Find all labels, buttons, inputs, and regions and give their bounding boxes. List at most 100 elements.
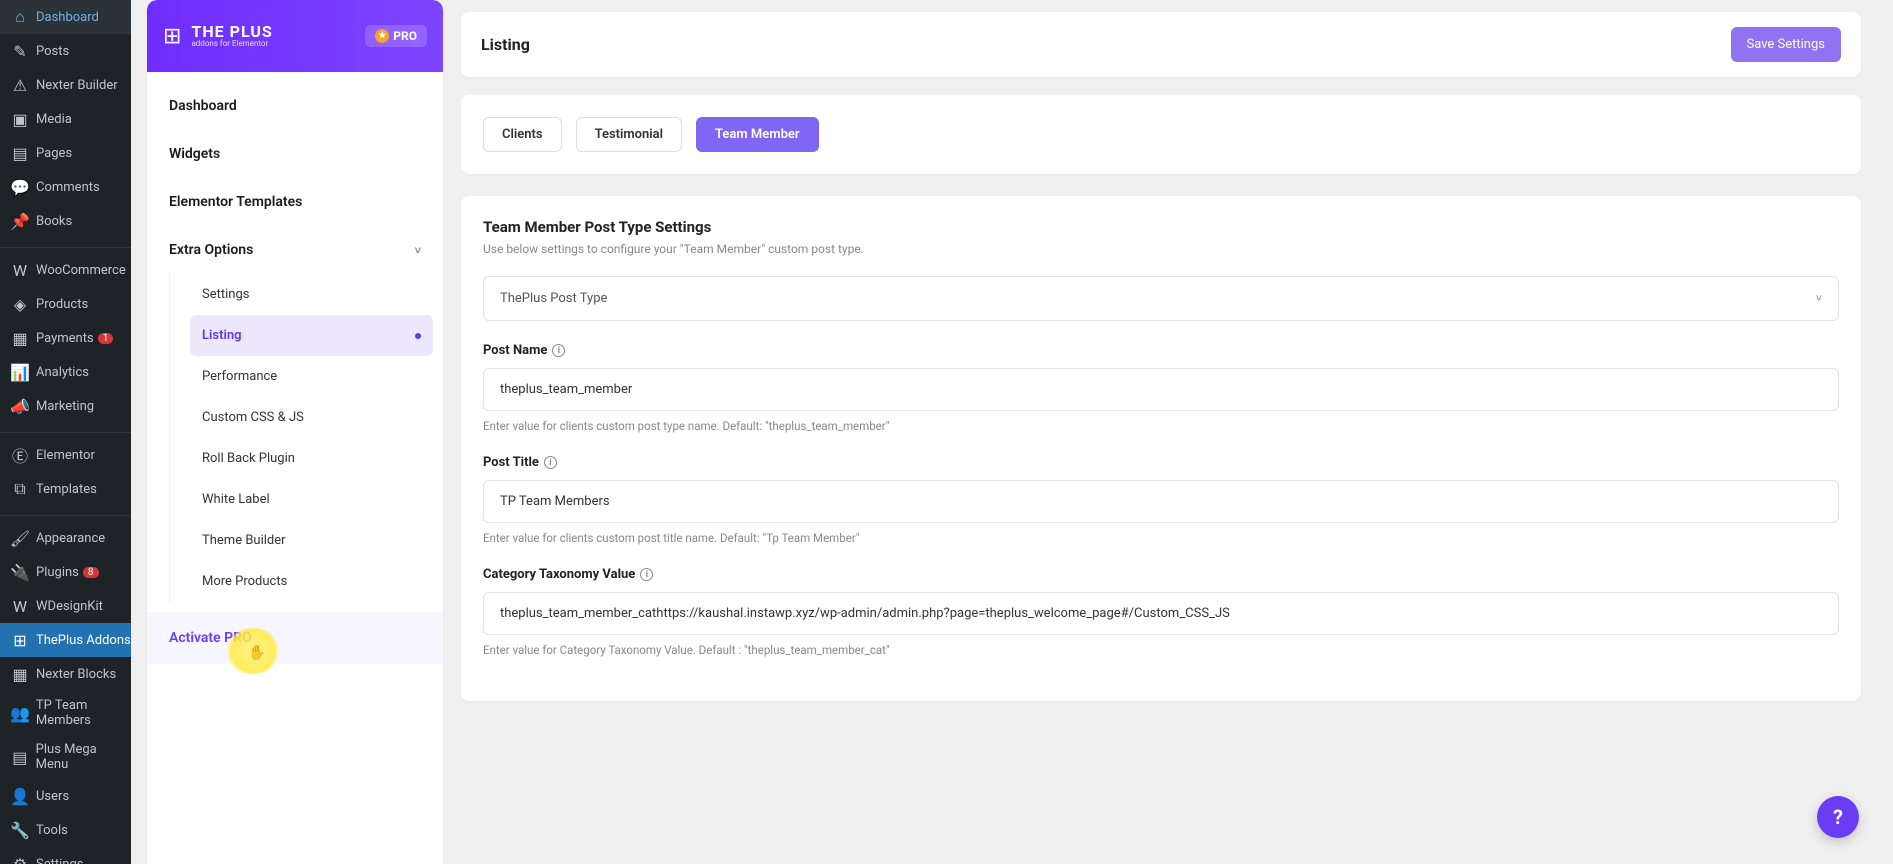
wp-menu-label: Analytics	[36, 365, 89, 380]
wp-menu-label: Templates	[36, 482, 97, 497]
activate-pro-button[interactable]: Activate PRO	[147, 612, 443, 664]
wp-menu-payments[interactable]: ▦Payments1	[0, 321, 131, 355]
plugin-sub-settings[interactable]: Settings	[190, 274, 433, 315]
plugin-sub-roll-back-plugin[interactable]: Roll Back Plugin	[190, 438, 433, 479]
wp-menu-marketing[interactable]: 📣Marketing	[0, 389, 131, 423]
info-icon[interactable]: i	[544, 456, 557, 469]
main-content: Listing Save Settings Clients Testimonia…	[443, 0, 1893, 864]
tp-team-members-icon: 👥	[10, 703, 30, 723]
pages-icon: ▤	[10, 143, 30, 163]
pro-crown-icon: ★	[375, 29, 389, 43]
wp-menu-label: Tools	[36, 823, 68, 838]
products-icon: ◈	[10, 294, 30, 314]
plugins-icon: 🔌	[10, 562, 30, 582]
wp-menu-books[interactable]: 📌Books	[0, 204, 131, 238]
pro-badge[interactable]: ★ PRO	[365, 25, 427, 47]
post-title-hint: Enter value for clients custom post titl…	[483, 531, 1839, 545]
wp-menu-label: Pages	[36, 146, 72, 161]
wp-menu-templates[interactable]: ⧉ Templates	[0, 472, 131, 506]
appearance-icon: 🖌	[10, 528, 30, 548]
chevron-down-icon: ˅	[415, 244, 421, 257]
wp-menu-label: Payments	[36, 331, 94, 346]
wp-menu-label: Dashboard	[36, 10, 99, 25]
wp-menu-dashboard[interactable]: ⌂ Dashboard	[0, 0, 131, 34]
wp-menu-posts[interactable]: ✎Posts	[0, 34, 131, 68]
wp-menu-analytics[interactable]: 📊Analytics	[0, 355, 131, 389]
plugin-menu-templates[interactable]: Elementor Templates	[147, 178, 443, 226]
post-type-select[interactable]: ThePlus Post Type ˅	[483, 276, 1839, 321]
wp-menu-settings[interactable]: ⚙ Settings	[0, 847, 131, 864]
plugin-menu-widgets[interactable]: Widgets	[147, 130, 443, 178]
badge: 1	[98, 333, 114, 344]
wp-menu-nexter-builder[interactable]: ⚠Nexter Builder	[0, 68, 131, 102]
post-title-input[interactable]	[483, 480, 1839, 523]
save-settings-button[interactable]: Save Settings	[1731, 27, 1842, 62]
plugin-sub-performance[interactable]: Performance	[190, 356, 433, 397]
settings-icon: ⚙	[10, 854, 30, 864]
badge: 8	[83, 567, 99, 578]
wp-menu-plugins[interactable]: 🔌Plugins8	[0, 555, 131, 589]
topbar: Listing Save Settings	[461, 12, 1861, 77]
settings-desc: Use below settings to configure your "Te…	[483, 242, 1839, 256]
wp-menu-elementor[interactable]: ⒺElementor	[0, 438, 131, 472]
settings-card: Team Member Post Type Settings Use below…	[461, 196, 1861, 701]
plugin-sidebar: ⊞ THE PLUS addons for Elementor ★ PRO Da…	[147, 0, 443, 864]
settings-heading: Team Member Post Type Settings	[483, 218, 1839, 236]
dashboard-icon: ⌂	[10, 7, 30, 27]
tab-testimonial[interactable]: Testimonial	[576, 117, 682, 152]
wp-menu-label: Users	[36, 789, 69, 804]
plugin-sub-theme-builder[interactable]: Theme Builder	[190, 520, 433, 561]
wp-menu-label: WooCommerce	[36, 263, 126, 278]
wp-menu-label: Appearance	[36, 531, 105, 546]
plugin-tagline: addons for Elementor	[191, 40, 272, 48]
post-name-hint: Enter value for clients custom post type…	[483, 419, 1839, 433]
page-title: Listing	[481, 35, 530, 54]
wp-menu-label: Products	[36, 297, 88, 312]
cat-taxonomy-input[interactable]	[483, 592, 1839, 635]
plugin-menu-dashboard[interactable]: Dashboard	[147, 82, 443, 130]
info-icon[interactable]: i	[552, 344, 565, 357]
wp-admin-sidebar: ⌂ Dashboard ✎Posts⚠Nexter Builder▣Media ▤ Pa…	[0, 0, 131, 864]
plugin-sub-more-products[interactable]: More Products	[190, 561, 433, 602]
marketing-icon: 📣	[10, 396, 30, 416]
wp-menu-media[interactable]: ▣Media	[0, 102, 131, 136]
post-name-input[interactable]	[483, 368, 1839, 411]
wp-menu-plus-mega-menu[interactable]: ▤Plus Mega Menu	[0, 735, 131, 779]
wp-menu-wdesignkit[interactable]: WWDesignKit	[0, 589, 131, 623]
cat-taxonomy-hint: Enter value for Category Taxonomy Value.…	[483, 643, 1839, 657]
tab-team-member[interactable]: Team Member	[696, 117, 819, 152]
cat-taxonomy-label: Category Taxonomy Value i	[483, 567, 1839, 582]
wp-menu-nexter-blocks[interactable]: ▦Nexter Blocks	[0, 657, 131, 691]
woocommerce-icon: W	[10, 260, 30, 280]
media-icon: ▣	[10, 109, 30, 129]
info-icon[interactable]: i	[640, 568, 653, 581]
plugin-logo-icon: ⊞	[163, 24, 181, 49]
templates-icon: ⧉	[10, 479, 30, 499]
wp-menu-label: Nexter Blocks	[36, 667, 116, 682]
plugin-submenu: SettingsListingPerformanceCustom CSS & J…	[169, 274, 443, 602]
wp-menu-label: Plus Mega Menu	[36, 742, 131, 772]
plugin-sub-custom-css-&-js[interactable]: Custom CSS & JS	[190, 397, 433, 438]
wdesignkit-icon: W	[10, 596, 30, 616]
wp-menu-comments[interactable]: 💬Comments	[0, 170, 131, 204]
wp-menu-appearance[interactable]: 🖌 Appearance	[0, 521, 131, 555]
nexter-builder-icon: ⚠	[10, 75, 30, 95]
plugin-sub-white-label[interactable]: White Label	[190, 479, 433, 520]
wp-menu-tp-team-members[interactable]: 👥TP Team Members	[0, 691, 131, 735]
tab-clients[interactable]: Clients	[483, 117, 562, 152]
wp-menu-label: Elementor	[36, 448, 95, 463]
posts-icon: ✎	[10, 41, 30, 61]
wp-menu-theplus-addons[interactable]: ⊞ThePlus Addons	[0, 623, 131, 657]
plugin-sub-listing[interactable]: Listing	[190, 315, 433, 356]
chevron-down-icon: ˅	[1816, 292, 1822, 305]
theplus-addons-icon: ⊞	[10, 630, 30, 650]
wp-menu-tools[interactable]: 🔧Tools	[0, 813, 131, 847]
wp-menu-pages[interactable]: ▤ Pages	[0, 136, 131, 170]
wp-menu-products[interactable]: ◈ Products	[0, 287, 131, 321]
wp-menu-users[interactable]: 👤Users	[0, 779, 131, 813]
wp-menu-woocommerce[interactable]: W WooCommerce	[0, 253, 131, 287]
wp-menu-label: Settings	[36, 857, 83, 864]
plugin-menu-extra[interactable]: Extra Options ˅	[147, 226, 443, 274]
post-title-label: Post Title i	[483, 455, 1839, 470]
help-button[interactable]: ?	[1817, 796, 1859, 838]
